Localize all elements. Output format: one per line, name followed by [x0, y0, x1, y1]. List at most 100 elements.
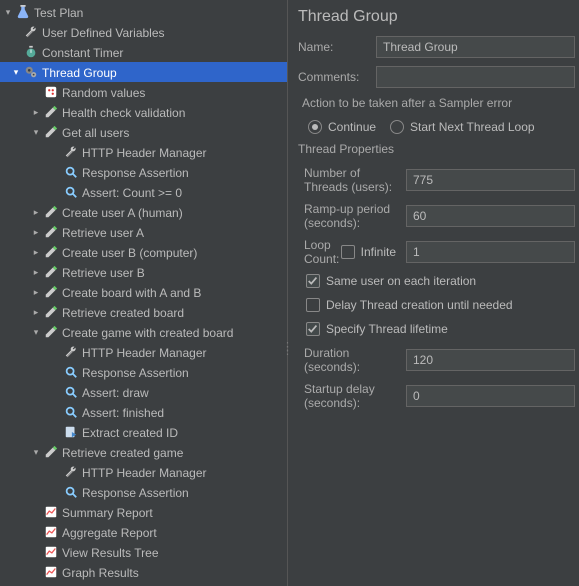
dropper-icon: [43, 264, 59, 280]
comments-input[interactable]: [376, 66, 575, 88]
chevron-down-icon[interactable]: ▾: [30, 446, 42, 458]
num-threads-input[interactable]: [406, 169, 575, 191]
timer-icon: [23, 44, 39, 60]
tree-item-aggregate-report[interactable]: Aggregate Report: [0, 522, 287, 542]
tree-item-user-vars[interactable]: User Defined Variables: [0, 22, 287, 42]
checkbox-specify-lifetime[interactable]: Specify Thread lifetime: [306, 322, 575, 336]
tree-item-http-header[interactable]: HTTP Header Manager: [0, 462, 287, 482]
dice-icon: [43, 84, 59, 100]
checkbox-label: Infinite: [361, 245, 396, 259]
tree-item-graph-results[interactable]: Graph Results: [0, 562, 287, 582]
magnifier-icon: [63, 164, 79, 180]
name-input[interactable]: [376, 36, 575, 58]
tree-panel[interactable]: ▾ Test Plan User Defined Variables Const…: [0, 0, 288, 586]
tree-item-http-header[interactable]: HTTP Header Manager: [0, 342, 287, 362]
action-section-label: Action to be taken after a Sampler error: [302, 96, 575, 110]
chevron-right-icon[interactable]: ▸: [30, 286, 42, 298]
tree-item-view-results[interactable]: View Results Tree: [0, 542, 287, 562]
radio-continue[interactable]: Continue: [308, 120, 376, 134]
magnifier-icon: [63, 484, 79, 500]
comments-label: Comments:: [298, 70, 376, 84]
tree-item-test-plan[interactable]: ▾ Test Plan: [0, 2, 287, 22]
name-label: Name:: [298, 40, 376, 54]
tree-label: Retrieve created game: [62, 445, 183, 460]
tree-label: Summary Report: [62, 505, 153, 520]
tree-item-response-assert[interactable]: Response Assertion: [0, 482, 287, 502]
tree-label: Get all users: [62, 125, 129, 140]
tree-label: Retrieve user B: [62, 265, 145, 280]
rampup-input[interactable]: [406, 205, 575, 227]
radio-label: Start Next Thread Loop: [410, 120, 535, 134]
tree-label: Create board with A and B: [62, 285, 201, 300]
chevron-right-icon[interactable]: ▸: [30, 306, 42, 318]
tree-item-health-check[interactable]: ▸ Health check validation: [0, 102, 287, 122]
checkbox-infinite[interactable]: Infinite: [341, 245, 396, 259]
checkbox-delay-creation[interactable]: Delay Thread creation until needed: [306, 298, 575, 312]
chevron-right-icon[interactable]: ▸: [30, 266, 42, 278]
magnifier-icon: [63, 184, 79, 200]
tree-item-constant-timer[interactable]: Constant Timer: [0, 42, 287, 62]
tree-label: Create user A (human): [62, 205, 183, 220]
tree-item-http-header[interactable]: HTTP Header Manager: [0, 142, 287, 162]
wrench-icon: [23, 24, 39, 40]
chart-icon: [43, 564, 59, 580]
tree-label: Random values: [62, 85, 145, 100]
tree-item-create-user-a[interactable]: ▸ Create user A (human): [0, 202, 287, 222]
tree-item-get-all-users[interactable]: ▾ Get all users: [0, 122, 287, 142]
tree-label: HTTP Header Manager: [82, 345, 207, 360]
chevron-right-icon[interactable]: ▸: [30, 226, 42, 238]
tree-item-retrieve-board[interactable]: ▸ Retrieve created board: [0, 302, 287, 322]
loop-count-label: Loop Count:: [298, 238, 341, 266]
tree-label: View Results Tree: [62, 545, 159, 560]
chevron-right-icon[interactable]: ▸: [30, 206, 42, 218]
tree-label: Constant Timer: [42, 45, 123, 60]
tree-item-create-board[interactable]: ▸ Create board with A and B: [0, 282, 287, 302]
checkbox-same-user[interactable]: Same user on each iteration: [306, 274, 575, 288]
duration-input[interactable]: [406, 349, 575, 371]
tree-item-assert-finished[interactable]: Assert: finished: [0, 402, 287, 422]
tree-label: Create user B (computer): [62, 245, 197, 260]
dropper-icon: [43, 224, 59, 240]
tree-item-assert-count[interactable]: Assert: Count >= 0: [0, 182, 287, 202]
magnifier-icon: [63, 364, 79, 380]
chevron-down-icon[interactable]: ▾: [30, 326, 42, 338]
tree-item-thread-group[interactable]: ▾ Thread Group: [0, 62, 287, 82]
dropper-icon: [43, 104, 59, 120]
chevron-down-icon[interactable]: ▾: [2, 6, 14, 18]
startup-delay-input[interactable]: [406, 385, 575, 407]
tree-item-retrieve-game[interactable]: ▾ Retrieve created game: [0, 442, 287, 462]
chevron-down-icon[interactable]: ▾: [30, 126, 42, 138]
wrench-icon: [63, 464, 79, 480]
tree-item-summary-report[interactable]: Summary Report: [0, 502, 287, 522]
magnifier-icon: [63, 384, 79, 400]
radio-label: Continue: [328, 120, 376, 134]
chevron-right-icon[interactable]: ▸: [30, 106, 42, 118]
tree-item-random-values[interactable]: Random values: [0, 82, 287, 102]
beaker-icon: [15, 4, 31, 20]
tree-label: HTTP Header Manager: [82, 465, 207, 480]
radio-start-next[interactable]: Start Next Thread Loop: [390, 120, 535, 134]
splitter-handle[interactable]: ⋮⋮: [282, 345, 294, 353]
tree-label: Extract created ID: [82, 425, 178, 440]
tree-item-retrieve-user-b[interactable]: ▸ Retrieve user B: [0, 262, 287, 282]
tree-item-retrieve-user-a[interactable]: ▸ Retrieve user A: [0, 222, 287, 242]
tree-label: Assert: Count >= 0: [82, 185, 182, 200]
dropper-icon: [43, 304, 59, 320]
tree-label: Create game with created board: [62, 325, 233, 340]
chevron-right-icon[interactable]: ▸: [30, 246, 42, 258]
tree-item-assert-draw[interactable]: Assert: draw: [0, 382, 287, 402]
tree-label: Response Assertion: [82, 365, 189, 380]
chart-icon: [43, 504, 59, 520]
checkbox-icon: [306, 322, 320, 336]
tree-item-extract-id[interactable]: Extract created ID: [0, 422, 287, 442]
tree-item-response-assert[interactable]: Response Assertion: [0, 162, 287, 182]
checkbox-icon: [341, 245, 355, 259]
extract-icon: [63, 424, 79, 440]
loop-count-input[interactable]: [406, 241, 575, 263]
tree-item-create-game[interactable]: ▾ Create game with created board: [0, 322, 287, 342]
tree-item-response-assert[interactable]: Response Assertion: [0, 362, 287, 382]
chevron-down-icon[interactable]: ▾: [10, 66, 22, 78]
tree-item-create-user-b[interactable]: ▸ Create user B (computer): [0, 242, 287, 262]
chart-icon: [43, 524, 59, 540]
checkbox-label: Specify Thread lifetime: [326, 322, 448, 336]
